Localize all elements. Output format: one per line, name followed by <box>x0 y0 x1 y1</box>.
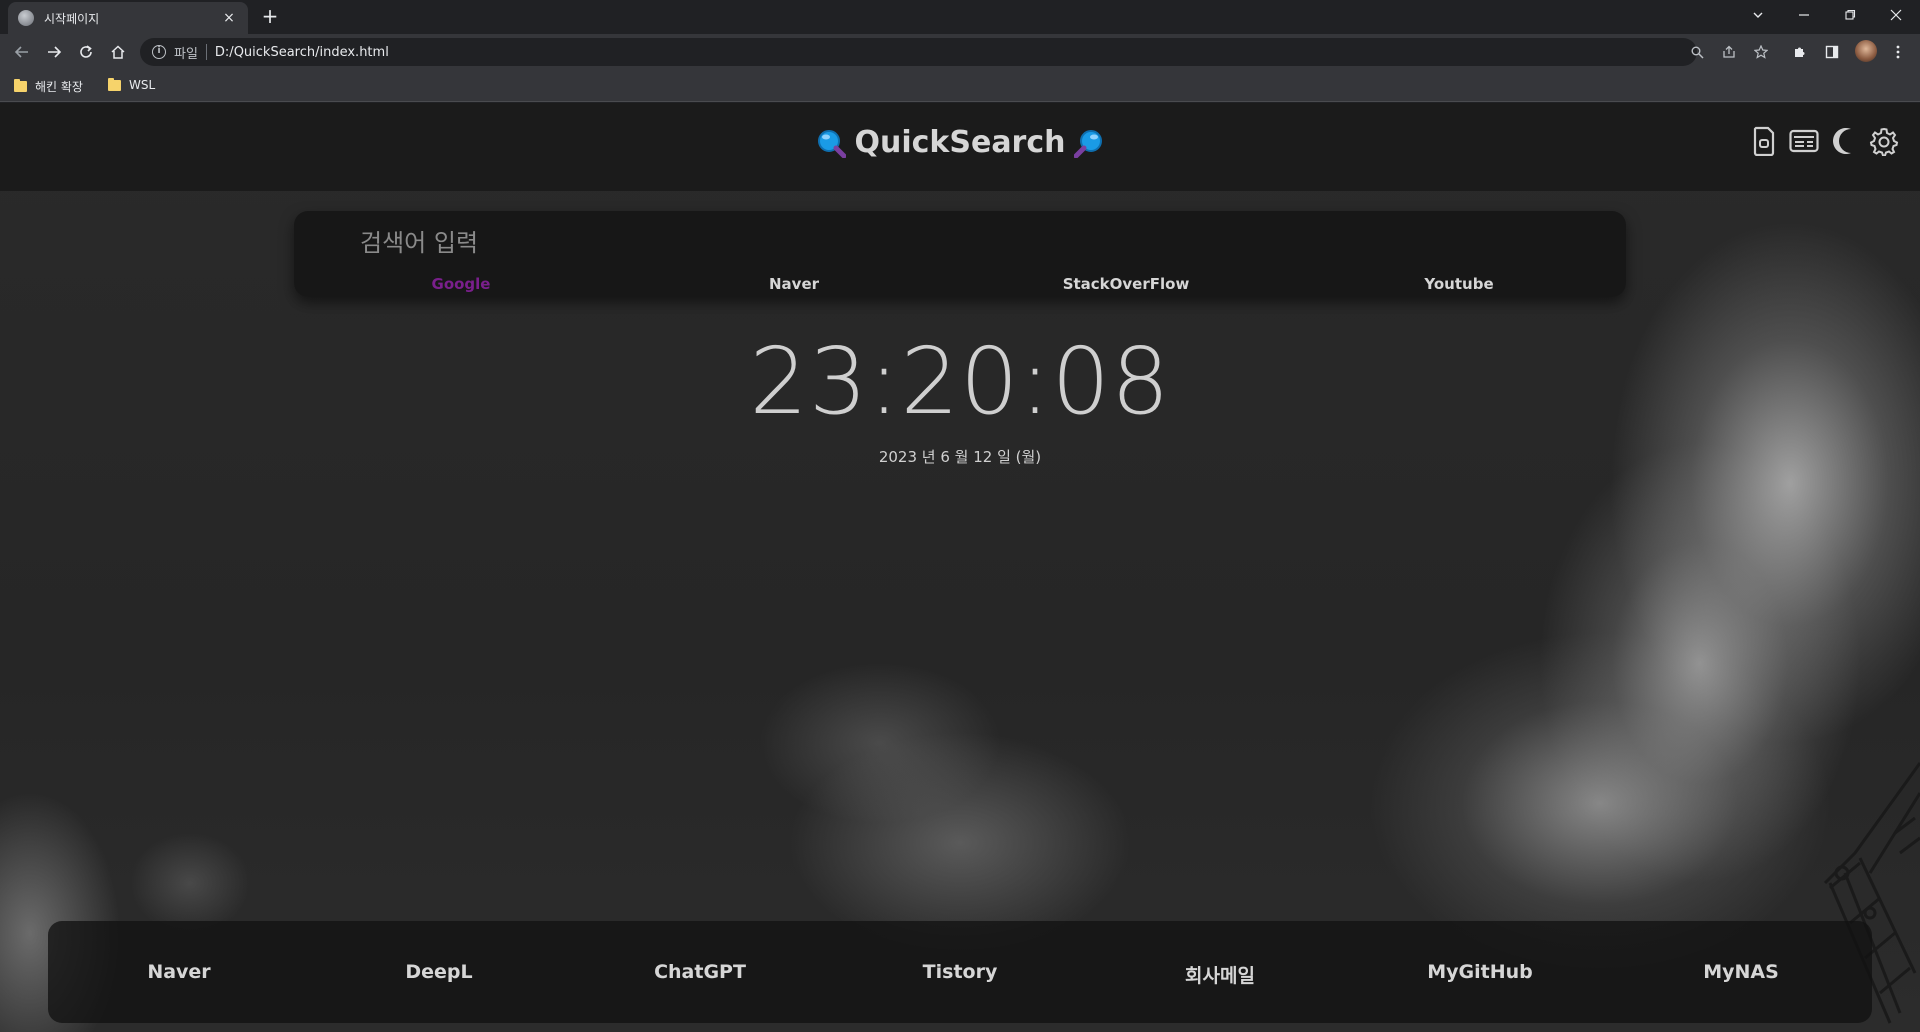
profile-avatar[interactable] <box>1855 40 1877 62</box>
site-info-icon[interactable]: i <box>152 45 166 59</box>
bookmarks-bar: 해킨 확장 WSL <box>0 70 1920 102</box>
bookmark-folder-wsl[interactable]: WSL <box>108 77 156 92</box>
engine-google[interactable]: Google <box>432 275 491 293</box>
browser-menu-icon[interactable] <box>1886 40 1910 64</box>
search-panel: Google Naver StackOverFlow Youtube <box>294 211 1626 297</box>
moon-icon[interactable] <box>1828 125 1860 157</box>
magnifier-left-icon <box>818 129 847 158</box>
search-input[interactable] <box>360 223 1260 263</box>
engine-naver[interactable]: Naver <box>769 275 819 293</box>
bookmark-label: WSL <box>129 78 156 92</box>
clock-time: 23:20:08 <box>749 328 1171 435</box>
restore-icon[interactable] <box>1828 0 1872 30</box>
news-icon[interactable] <box>1788 125 1820 157</box>
quick-link-tistory[interactable]: Tistory <box>923 961 998 983</box>
close-window-icon[interactable] <box>1874 0 1918 30</box>
folder-icon <box>108 77 121 91</box>
quick-link-chatgpt[interactable]: ChatGPT <box>654 961 746 983</box>
magnifier-right-icon <box>1073 129 1102 158</box>
back-icon[interactable] <box>10 40 34 64</box>
address-separator <box>205 44 207 60</box>
quick-link-company-mail[interactable]: 회사메일 <box>1185 961 1255 988</box>
gear-icon[interactable] <box>1868 125 1900 157</box>
quick-links-bar: Naver DeepL ChatGPT Tistory 회사메일 MyGitHu… <box>48 921 1872 1023</box>
quick-link-naver[interactable]: Naver <box>147 961 210 983</box>
bookmark-star-icon[interactable] <box>1751 42 1771 62</box>
bookmark-folder-hackintosh[interactable]: 해킨 확장 <box>14 78 83 95</box>
start-page: QuickSearch Google Naver StackOverFlow Y… <box>0 103 1920 1032</box>
address-bar[interactable]: i 파일 D:/QuickSearch/index.html <box>140 38 1697 66</box>
engine-stackoverflow[interactable]: StackOverFlow <box>1063 275 1190 293</box>
side-panel-icon[interactable] <box>1820 40 1844 64</box>
bookmark-label: 해킨 확장 <box>35 80 83 94</box>
browser-toolbar: i 파일 D:/QuickSearch/index.html <box>0 34 1920 70</box>
globe-icon <box>18 10 34 26</box>
tab-close-button[interactable]: × <box>220 10 238 26</box>
home-icon[interactable] <box>106 40 130 64</box>
address-scheme: 파일 <box>174 46 198 62</box>
forward-icon[interactable] <box>42 40 66 64</box>
tab-search-chevron-icon[interactable] <box>1736 0 1780 30</box>
minimize-icon[interactable] <box>1782 0 1826 30</box>
tab-title: 시작페이지 <box>44 11 100 26</box>
sd-card-icon[interactable] <box>1748 125 1780 157</box>
folder-icon <box>14 79 27 92</box>
zoom-search-icon[interactable] <box>1687 42 1707 62</box>
reload-icon[interactable] <box>74 40 98 64</box>
quick-link-mynas[interactable]: MyNAS <box>1703 961 1779 983</box>
tab-strip: 시작페이지 × + <box>0 0 1920 34</box>
clock-date: 2023 년 6 월 12 일 (월) <box>878 448 1042 466</box>
page-header: QuickSearch <box>0 103 1920 191</box>
quick-link-mygithub[interactable]: MyGitHub <box>1427 961 1533 983</box>
engine-youtube[interactable]: Youtube <box>1424 275 1493 293</box>
address-url[interactable]: D:/QuickSearch/index.html <box>215 45 389 60</box>
page-title: QuickSearch <box>854 125 1066 160</box>
new-tab-button[interactable]: + <box>258 5 282 29</box>
share-icon[interactable] <box>1719 42 1739 62</box>
brand: QuickSearch <box>0 125 1920 160</box>
extensions-icon[interactable] <box>1788 40 1812 64</box>
browser-tab[interactable]: 시작페이지 × <box>8 2 248 34</box>
quick-link-deepl[interactable]: DeepL <box>405 961 472 983</box>
